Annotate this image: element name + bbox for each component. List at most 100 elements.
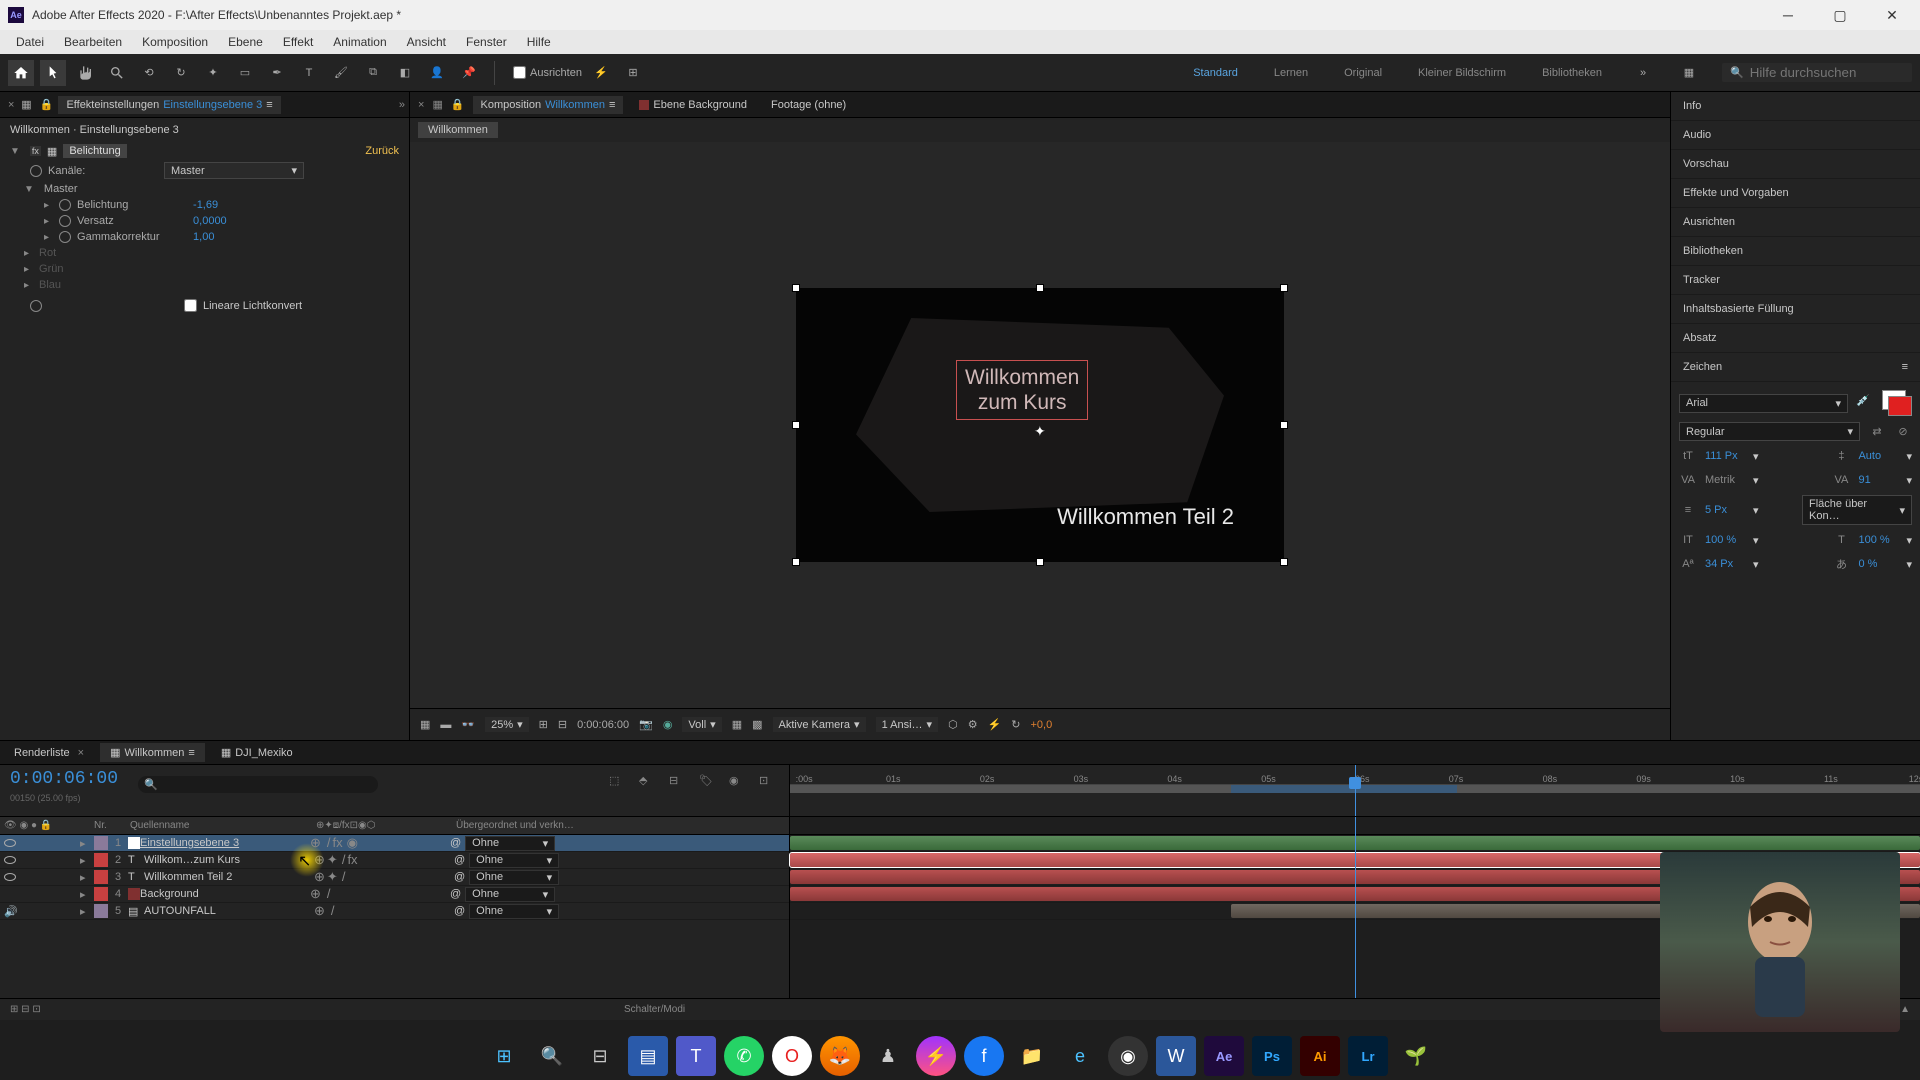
taskbar-obs-icon[interactable]: ◉ — [1108, 1036, 1148, 1076]
layer-name[interactable]: Willkommen Teil 2 — [144, 871, 314, 883]
mask-icon[interactable]: 👓 — [461, 718, 475, 731]
taskbar-taskview-icon[interactable]: ⊟ — [580, 1036, 620, 1076]
panel-lock-icon[interactable]: ▦ — [18, 97, 34, 113]
transparency-icon[interactable]: ▩ — [752, 718, 762, 731]
effect-tab[interactable]: Effekteinstellungen Einstellungsebene 3 … — [58, 96, 280, 114]
panel-info[interactable]: Info — [1671, 92, 1920, 121]
vscale-value[interactable]: 100 % — [1705, 534, 1745, 546]
prop-twirl[interactable]: ▸ — [44, 216, 49, 227]
prop-exposure-value[interactable]: -1,69 — [193, 199, 218, 211]
camera-dropdown[interactable]: Aktive Kamera▾ — [773, 717, 866, 732]
taskbar-whatsapp-icon[interactable]: ✆ — [724, 1036, 764, 1076]
roi-icon[interactable]: ▦ — [732, 718, 742, 731]
taskbar-lr-icon[interactable]: Lr — [1348, 1036, 1388, 1076]
tsume-value[interactable]: 0 % — [1858, 558, 1898, 570]
panel-lock2-icon[interactable]: 🔒 — [38, 97, 54, 113]
taskbar-edge-icon[interactable]: e — [1060, 1036, 1100, 1076]
snap-check-input[interactable] — [513, 66, 526, 79]
help-search-input[interactable] — [1750, 65, 1920, 80]
timeline-search[interactable]: 🔍 — [138, 776, 378, 793]
comp-lock2-icon[interactable]: 🔒 — [451, 98, 465, 111]
panel-close-icon[interactable]: × — [8, 99, 14, 111]
tl-icon-5[interactable]: ◉ — [729, 774, 749, 794]
composition-viewer[interactable]: Willkommenzum Kurs ✦ Willkommen Teil 2 — [410, 142, 1670, 708]
menu-hilfe[interactable]: Hilfe — [519, 33, 559, 51]
current-time-indicator[interactable] — [1355, 765, 1356, 816]
snap-opt-icon[interactable]: ⚡ — [588, 60, 614, 86]
orbit-tool-icon[interactable]: ⟲ — [136, 60, 162, 86]
hand-tool-icon[interactable] — [72, 60, 98, 86]
comp-lock-icon[interactable]: ▦ — [432, 98, 442, 111]
menu-ansicht[interactable]: Ansicht — [399, 33, 454, 51]
taskbar-ps-icon[interactable]: Ps — [1252, 1036, 1292, 1076]
workspace-more-icon[interactable]: » — [1630, 60, 1656, 86]
fx-badge-icon[interactable]: fx — [30, 146, 41, 156]
layer-row-1[interactable]: ▸ 1 Einstellungsebene 3 ⊕/fx◉ @Ohne▾ — [0, 835, 789, 852]
panel-vorschau[interactable]: Vorschau — [1671, 150, 1920, 179]
panel-bibliotheken[interactable]: Bibliotheken — [1671, 237, 1920, 266]
parent-dropdown[interactable]: Ohne▾ — [469, 904, 559, 919]
taskbar-facebook-icon[interactable]: f — [964, 1036, 1004, 1076]
stopwatch-icon[interactable] — [30, 165, 42, 177]
rotate-tool-icon[interactable]: ↻ — [168, 60, 194, 86]
snap-opt2-icon[interactable]: ⊞ — [620, 60, 646, 86]
tl-icon-6[interactable]: ⊡ — [759, 774, 779, 794]
pickwhip-icon[interactable]: @ — [450, 837, 461, 849]
panel-effekte[interactable]: Effekte und Vorgaben — [1671, 179, 1920, 208]
workspace-standard[interactable]: Standard — [1185, 63, 1246, 83]
res-icon[interactable]: ⊞ — [539, 718, 548, 731]
col-name-header[interactable]: Quellenname — [130, 820, 316, 831]
leading-value[interactable]: Auto — [1858, 450, 1898, 462]
stopwatch-icon[interactable] — [59, 231, 71, 243]
pen-tool-icon[interactable]: ✒ — [264, 60, 290, 86]
taskbar-messenger-icon[interactable]: ⚡ — [916, 1036, 956, 1076]
maximize-button[interactable]: ▢ — [1820, 1, 1860, 29]
layer-row-3[interactable]: ▸ 3 T Willkommen Teil 2 ⊕✦/ @Ohne▾ — [0, 869, 789, 886]
views-dropdown[interactable]: 1 Ansi…▾ — [876, 717, 939, 732]
timeline-timecode[interactable]: 0:00:06:00 — [0, 765, 128, 793]
baseline-value[interactable]: 34 Px — [1705, 558, 1745, 570]
comp-tab-willkommen[interactable]: Komposition Willkommen ≡ — [473, 96, 624, 114]
font-family-dropdown[interactable]: Arial▾ — [1679, 394, 1848, 413]
fast-icon[interactable]: ⚡ — [988, 718, 1002, 731]
clone-tool-icon[interactable]: ⧉ — [360, 60, 386, 86]
snapshot-icon[interactable]: 📷 — [639, 718, 653, 731]
effect-visible-icon[interactable]: ▦ — [47, 145, 57, 158]
font-size-value[interactable]: 111 Px — [1705, 450, 1745, 462]
stroke-option-dropdown[interactable]: Fläche über Kon…▾ — [1802, 495, 1912, 525]
puppet-tool-icon[interactable]: 📌 — [456, 60, 482, 86]
taskbar-firefox-icon[interactable]: 🦊 — [820, 1036, 860, 1076]
text-willkommen-kurs[interactable]: Willkommenzum Kurs — [956, 360, 1088, 420]
workspace-toggle-icon[interactable]: ▦ — [1676, 60, 1702, 86]
parent-dropdown[interactable]: Ohne▾ — [469, 853, 559, 868]
panel-absatz[interactable]: Absatz — [1671, 324, 1920, 353]
taskbar-windows-icon[interactable]: ⊞ — [484, 1036, 524, 1076]
stopwatch-icon[interactable] — [59, 199, 71, 211]
minimize-button[interactable]: ─ — [1768, 1, 1808, 29]
parent-dropdown[interactable]: Ohne▾ — [469, 870, 559, 885]
panel-audio[interactable]: Audio — [1671, 121, 1920, 150]
stopwatch-icon[interactable] — [59, 215, 71, 227]
refresh-icon[interactable]: ↻ — [1011, 718, 1020, 731]
effect-tab-link[interactable]: Einstellungsebene 3 — [163, 99, 262, 111]
text-willkommen-teil2[interactable]: Willkommen Teil 2 — [1057, 504, 1234, 530]
grid-icon[interactable]: ⊟ — [558, 718, 567, 731]
eraser-tool-icon[interactable]: ◧ — [392, 60, 418, 86]
menu-animation[interactable]: Animation — [325, 33, 394, 51]
no-color-icon[interactable]: ⊘ — [1894, 423, 1912, 441]
layer-name[interactable]: Einstellungsebene 3 — [140, 837, 310, 849]
zoom-tool-icon[interactable] — [104, 60, 130, 86]
toggle-switches-icon[interactable]: ⊞ ⊟ ⊡ — [10, 1004, 41, 1015]
brush-tool-icon[interactable]: 🖌 — [328, 60, 354, 86]
tl-icon-1[interactable]: ⬚ — [609, 774, 629, 794]
menu-bearbeiten[interactable]: Bearbeiten — [56, 33, 130, 51]
roto-tool-icon[interactable]: 👤 — [424, 60, 450, 86]
master-twirl[interactable]: ▼ — [24, 184, 34, 195]
footer-label[interactable]: Schalter/Modi — [624, 1004, 685, 1015]
layer-row-2[interactable]: ▸ 2 T Willkom…zum Kurs ⊕✦/fx @Ohne▾ — [0, 852, 789, 869]
eye-icon[interactable] — [4, 839, 16, 847]
layer-row-4[interactable]: ▸ 4 Background ⊕/ @Ohne▾ — [0, 886, 789, 903]
eyedropper-icon[interactable]: 💉 — [1856, 394, 1874, 412]
anchor-tool-icon[interactable]: ✦ — [200, 60, 226, 86]
comp-tab-background[interactable]: Ebene Background — [631, 96, 755, 114]
